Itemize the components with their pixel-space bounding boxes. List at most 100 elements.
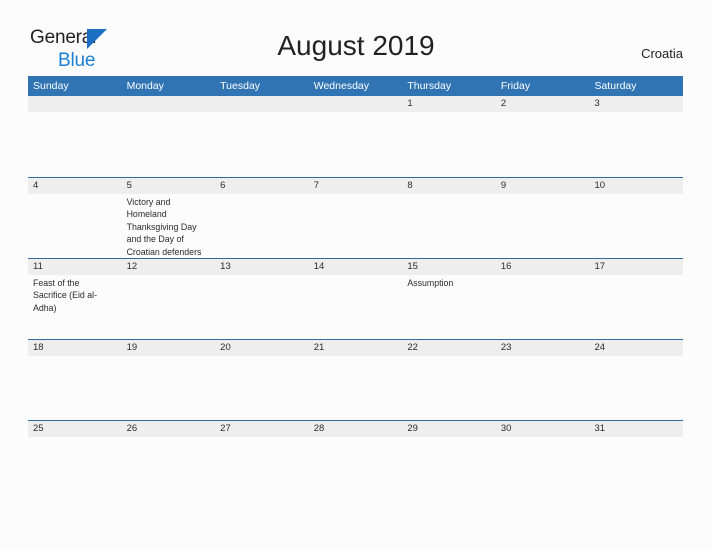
calendar-day-cell[interactable]: 18 (28, 340, 122, 420)
day-number: 23 (495, 340, 590, 356)
calendar-day-cell[interactable]: 5 Victory and Homeland Thanksgiving Day a… (121, 178, 216, 258)
day-number: 12 (121, 259, 216, 275)
calendar-day-cell[interactable]: 16 (495, 259, 590, 339)
day-events (402, 194, 496, 196)
day-events: Feast of the Sacrifice (Eid al-Adha) (28, 275, 122, 314)
weekday-header-thursday: Thursday (407, 80, 452, 92)
calendar-week-row: 18 19 20 21 22 23 24 (28, 339, 684, 420)
calendar-day-cell-empty (121, 96, 216, 177)
day-events (309, 112, 403, 114)
calendar-day-cell[interactable]: 29 (402, 421, 496, 501)
day-number: 3 (589, 96, 684, 112)
day-events (309, 356, 403, 358)
calendar-day-cell[interactable]: 4 (28, 178, 122, 258)
calendar-week-row: 25 26 27 28 29 30 31 (28, 420, 684, 501)
calendar-day-cell[interactable]: 31 (589, 421, 684, 501)
calendar-day-cell[interactable]: 30 (495, 421, 590, 501)
calendar-day-cell[interactable]: 24 (589, 340, 684, 420)
calendar-day-cell[interactable]: 7 (308, 178, 403, 258)
calendar-day-cell[interactable]: 11 Feast of the Sacrifice (Eid al-Adha) (28, 259, 122, 339)
calendar-grid: Sunday Monday Tuesday Wednesday Thursday… (28, 76, 684, 501)
calendar-day-cell[interactable]: 8 (402, 178, 496, 258)
calendar-day-cell[interactable]: 14 (308, 259, 403, 339)
day-number: 29 (402, 421, 496, 437)
day-events (589, 194, 683, 196)
day-events (309, 194, 403, 196)
day-events (122, 275, 216, 277)
day-events (28, 356, 122, 358)
calendar-page: General Blue August 2019 Croatia Sunday … (0, 0, 712, 550)
page-title: August 2019 (277, 30, 435, 61)
weekday-header-sunday: Sunday (33, 80, 69, 92)
day-events (402, 112, 496, 114)
day-events (309, 275, 403, 277)
calendar-day-cell[interactable]: 27 (215, 421, 309, 501)
day-events: Victory and Homeland Thanksgiving Day an… (122, 194, 216, 258)
day-number: 17 (589, 259, 684, 275)
weekday-header-tuesday: Tuesday (220, 80, 261, 92)
day-events (28, 194, 122, 196)
calendar-day-cell[interactable]: 2 (495, 96, 590, 177)
calendar-week-row: 11 Feast of the Sacrifice (Eid al-Adha) 12… (28, 258, 684, 339)
day-events (122, 112, 216, 114)
day-events (496, 356, 590, 358)
calendar-day-cell[interactable]: 13 (215, 259, 309, 339)
day-events (28, 437, 122, 439)
calendar-day-cell[interactable]: 17 (589, 259, 684, 339)
day-number: 22 (402, 340, 496, 356)
day-number: 31 (589, 421, 684, 437)
weekday-header-saturday: Saturday (594, 80, 637, 92)
calendar-day-cell[interactable]: 19 (121, 340, 216, 420)
day-events: Assumption (402, 275, 496, 289)
calendar-day-cell[interactable]: 10 (589, 178, 684, 258)
day-events (215, 356, 309, 358)
calendar-day-cell[interactable]: 20 (215, 340, 309, 420)
day-number: 21 (308, 340, 403, 356)
day-events (215, 194, 309, 196)
day-events (28, 112, 122, 114)
calendar-day-cell[interactable]: 26 (121, 421, 216, 501)
calendar-week-row: 4 5 Victory and Homeland Thanksgiving Day … (28, 177, 684, 258)
day-events (215, 275, 309, 277)
calendar-day-cell[interactable]: 22 (402, 340, 496, 420)
day-number (28, 96, 122, 112)
day-number: 6 (215, 178, 309, 194)
calendar-day-cell[interactable]: 21 (308, 340, 403, 420)
day-number (308, 96, 403, 112)
day-number: 4 (28, 178, 122, 194)
calendar-day-cell[interactable]: 15 Assumption (402, 259, 496, 339)
calendar-day-cell[interactable]: 3 (589, 96, 684, 177)
day-number: 1 (402, 96, 496, 112)
calendar-weeks: 1 2 3 4 5 Victory and Homeland Thanksgiving D… (28, 96, 684, 501)
day-number: 11 (28, 259, 122, 275)
calendar-day-cell[interactable]: 9 (495, 178, 590, 258)
day-number: 8 (402, 178, 496, 194)
day-events (309, 437, 403, 439)
day-events (215, 437, 309, 439)
day-events (496, 112, 590, 114)
day-number: 16 (495, 259, 590, 275)
day-events (589, 275, 683, 277)
weekday-header-row: Sunday Monday Tuesday Wednesday Thursday… (28, 76, 683, 96)
holiday-event: Feast of the Sacrifice (Eid al-Adha) (33, 278, 98, 313)
day-number: 5 (121, 178, 216, 194)
weekday-header-wednesday: Wednesday (313, 80, 369, 92)
day-number: 20 (215, 340, 309, 356)
day-events (589, 356, 683, 358)
calendar-day-cell[interactable]: 1 (402, 96, 496, 177)
day-events (496, 275, 590, 277)
day-number (215, 96, 309, 112)
calendar-day-cell[interactable]: 12 (121, 259, 216, 339)
calendar-day-cell[interactable]: 6 (215, 178, 309, 258)
day-events (122, 437, 216, 439)
calendar-week-row: 123 (28, 96, 684, 177)
day-number: 7 (308, 178, 403, 194)
region-label: Croatia (641, 46, 683, 61)
calendar-day-cell[interactable]: 25 (28, 421, 122, 501)
calendar-day-cell[interactable]: 28 (308, 421, 403, 501)
day-number: 14 (308, 259, 403, 275)
day-events (496, 194, 590, 196)
calendar-day-cell[interactable]: 23 (495, 340, 590, 420)
day-number (121, 96, 216, 112)
day-number: 15 (402, 259, 496, 275)
